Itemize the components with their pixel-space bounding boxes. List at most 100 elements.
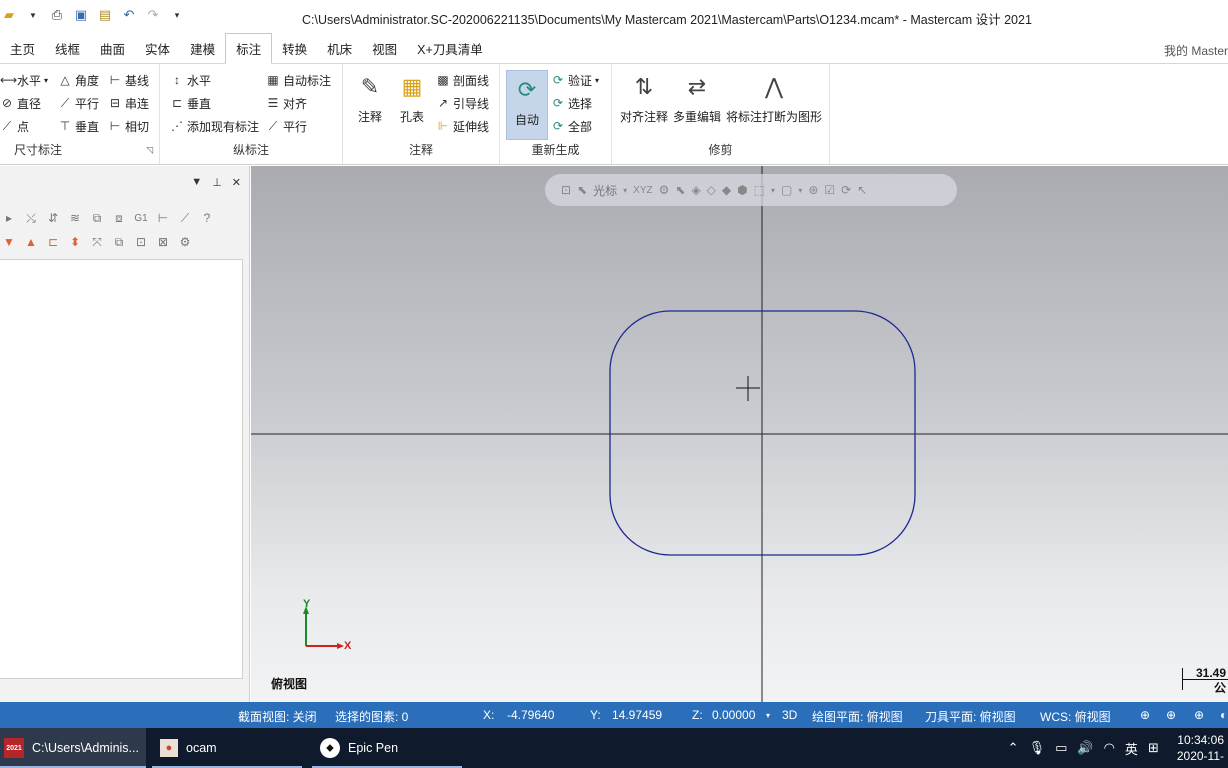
snap-icon[interactable]: ⚙ [659, 183, 670, 197]
tab-view[interactable]: 视图 [362, 33, 407, 63]
post-icon[interactable]: ⊢ [154, 209, 172, 227]
ordinate-parallel-button[interactable]: ⟋ 平行 [266, 116, 307, 136]
tab-wireframe[interactable]: 线框 [45, 33, 90, 63]
print-icon[interactable]: ⎙ [48, 6, 66, 24]
baseline-dim-button[interactable]: ⊢ 基线 [108, 70, 149, 90]
xyz-icon[interactable]: XYZ [633, 185, 652, 196]
leader-button[interactable]: ↗ 引导线 [436, 93, 489, 113]
section-view-status[interactable]: 截面视图: 关闭 [238, 708, 317, 725]
diameter-dim-button[interactable]: ⊘ 直径 [0, 93, 41, 113]
volume-icon[interactable]: 🔊 [1077, 740, 1093, 756]
angular-dim-button[interactable]: △ 角度 [58, 70, 99, 90]
settings-icon[interactable]: ⚙ [176, 233, 194, 251]
add-existing-button[interactable]: ⋰ 添加现有标注 [170, 116, 259, 136]
body-select-icon[interactable]: ⬢ [737, 183, 747, 197]
z-dropdown-icon[interactable]: ▾ [766, 711, 770, 720]
tab-machine[interactable]: 机床 [317, 33, 362, 63]
cursor-mode-label[interactable]: 光标 [593, 182, 617, 199]
parallel-dim-button[interactable]: ⟋ 平行 [58, 93, 99, 113]
mode-3d-toggle[interactable]: 3D [782, 708, 797, 722]
auto-regenerate-button[interactable]: ⟳ 自动 [506, 70, 548, 140]
tab-model-prep[interactable]: 建模 [180, 33, 225, 63]
face-select-icon[interactable]: ◇ [707, 183, 716, 197]
tab-tool-list[interactable]: X+刀具清单 [407, 33, 493, 63]
show-hidden-icon[interactable]: ⌃ [1008, 740, 1019, 756]
graphics-viewport[interactable]: Y X ⊡ ⬉ 光标 ▾ XYZ ⚙ ⬉ ◈ ◇ ◆ ⬢ ⬚ ▾ ▢ ▾ ⊛ ☑… [251, 166, 1228, 702]
witness-line-button[interactable]: ⊩ 延伸线 [436, 116, 489, 136]
align-notes-button[interactable]: ⇅ 对齐注释 [620, 70, 668, 125]
globe-2-icon[interactable]: ⊕ [1166, 708, 1176, 722]
lock-icon[interactable]: ⊠ [154, 233, 172, 251]
pin-icon[interactable]: ⊥ [212, 176, 222, 189]
tangent-dim-button[interactable]: ⊢ 相切 [108, 116, 149, 136]
edge-select-icon[interactable]: ◆ [722, 183, 731, 197]
multi-edit-button[interactable]: ⇄ 多重编辑 [673, 70, 721, 125]
hatch-button[interactable]: ▩ 剖面线 [436, 70, 489, 90]
tab-solids[interactable]: 实体 [135, 33, 180, 63]
ordinate-vertical-button[interactable]: ⊏ 垂直 [170, 93, 211, 113]
clock[interactable]: 10:34:06 2020-11- [1169, 732, 1224, 764]
verify-icon[interactable]: ⧈ [110, 209, 128, 227]
point-dim-button[interactable]: ⟋ 点 [0, 116, 29, 136]
battery-icon[interactable]: ▭ [1055, 740, 1067, 756]
horizontal-dim-button[interactable]: ⟷ 水平 ▾ [0, 70, 48, 90]
lock-icon[interactable]: ⊡ [561, 183, 571, 197]
dropdown-icon[interactable]: ▼ [24, 6, 42, 24]
tab-home[interactable]: 主页 [0, 33, 45, 63]
g1-icon[interactable]: G1 [132, 209, 150, 227]
stock-icon[interactable]: ⧉ [88, 209, 106, 227]
filter-icon[interactable]: ⇵ [44, 209, 62, 227]
close-icon[interactable]: ✕ [232, 176, 241, 189]
ordinate-align-button[interactable]: ☰ 对齐 [266, 93, 307, 113]
globe-3-icon[interactable]: ⊕ [1194, 708, 1204, 722]
move-down-icon[interactable]: ▼ [0, 233, 18, 251]
microphone-icon[interactable]: 🎙 [1029, 740, 1046, 756]
my-mastercam-tab[interactable]: 我的 Master [1164, 42, 1228, 59]
globe-4-icon[interactable]: ◐ [1220, 708, 1227, 722]
dialog-launcher-icon[interactable]: ◹ [146, 145, 153, 156]
expand-icon[interactable]: ⬍ [66, 233, 84, 251]
wand-icon[interactable]: ⟋ [176, 209, 194, 227]
perpendicular-dim-button[interactable]: ⊤ 垂直 [58, 116, 99, 136]
hole-table-button[interactable]: ▦ 孔表 [395, 70, 429, 125]
copy-icon[interactable]: ⧉ [110, 233, 128, 251]
solid-select-icon[interactable]: ◈ [691, 183, 700, 197]
arrow-back-icon[interactable]: ↖ [857, 183, 867, 197]
box-select-icon[interactable]: ⬚ [754, 183, 765, 197]
redo-icon[interactable]: ↷ [144, 6, 162, 24]
tab-transform[interactable]: 转换 [272, 33, 317, 63]
pointer-icon[interactable]: ⬉ [675, 183, 685, 197]
wave-icon[interactable]: ≋ [66, 209, 84, 227]
folder-icon[interactable]: ▰ [0, 6, 18, 24]
taskbar-mastercam[interactable]: 2021 C:\Users\Adminis... [0, 728, 146, 768]
chain-dim-button[interactable]: ⊟ 串连 [108, 93, 149, 113]
display-icon[interactable]: ⊡ [132, 233, 150, 251]
break-to-geometry-button[interactable]: ⋀ 将标注打断为图形 [726, 70, 822, 125]
draw-plane-status[interactable]: 绘图平面: 俯视图 [812, 708, 903, 725]
select-cursor-icon[interactable]: ⬉ [577, 183, 587, 197]
z-coordinate[interactable]: 0.00000 [712, 708, 755, 722]
ordinate-horizontal-button[interactable]: ↕ 水平 [170, 70, 211, 90]
wcs-status[interactable]: WCS: 俯视图 [1040, 708, 1111, 725]
verify-select-icon[interactable]: ⊛ [808, 183, 818, 197]
globe-icon[interactable]: ⊕ [1140, 708, 1150, 722]
ime-mode-icon[interactable]: ⊞ [1148, 740, 1159, 756]
toggle-icon[interactable]: ⤧ [88, 233, 106, 251]
tool-plane-status[interactable]: 刀具平面: 俯视图 [925, 708, 1016, 725]
insert-icon[interactable]: ⊏ [44, 233, 62, 251]
checkbox-icon[interactable]: ☑ [824, 183, 835, 197]
undo-icon[interactable]: ↶ [120, 6, 138, 24]
taskbar-ocam[interactable]: ● ocam [152, 728, 302, 768]
toolpath-icon[interactable]: ⤯ [22, 209, 40, 227]
auto-dimension-button[interactable]: ▦ 自动标注 [266, 70, 331, 90]
save-icon[interactable]: ▣ [72, 6, 90, 24]
panel-menu-icon[interactable]: ▼ [191, 176, 202, 189]
taskbar-epic-pen[interactable]: ⬥ Epic Pen [312, 728, 462, 768]
validate-button[interactable]: ⟳ 验证 ▾ [551, 70, 599, 90]
help-icon[interactable]: ? [198, 209, 216, 227]
ime-language[interactable]: 英 [1125, 739, 1138, 758]
play-icon[interactable]: ▸ [0, 209, 18, 227]
all-regenerate-button[interactable]: ⟳ 全部 [551, 116, 592, 136]
window-select-icon[interactable]: ▢ [781, 183, 792, 197]
note-button[interactable]: ✎ 注释 [353, 70, 387, 125]
